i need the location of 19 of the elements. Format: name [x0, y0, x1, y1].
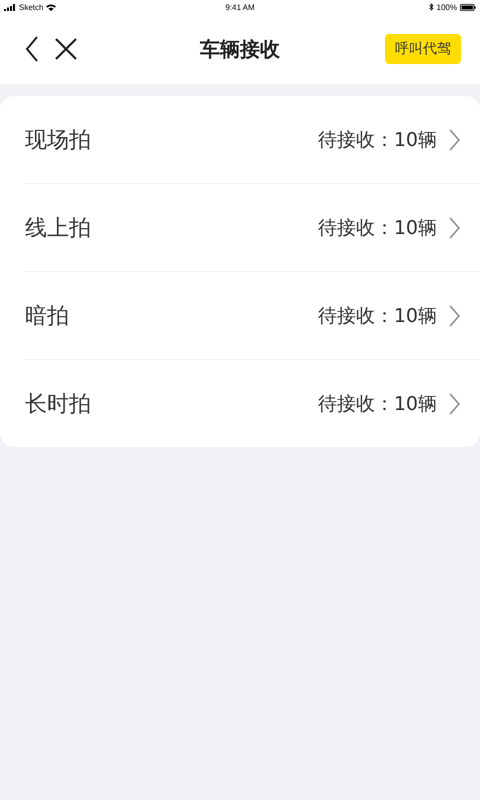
- signal-icon: [4, 4, 16, 10]
- battery-icon: [460, 4, 476, 10]
- call-driver-button[interactable]: 呼叫代驾: [385, 34, 461, 64]
- chevron-right-icon: [449, 216, 460, 238]
- chevron-right-icon: [449, 128, 460, 150]
- back-icon[interactable]: [25, 36, 39, 62]
- page-title: 车辆接收: [200, 36, 280, 62]
- battery-level: 100%: [436, 2, 457, 12]
- list-item[interactable]: 现场拍 待接收：10辆: [25, 96, 480, 184]
- list-item[interactable]: 暗拍 待接收：10辆: [25, 272, 480, 360]
- chevron-right-icon: [449, 392, 460, 414]
- list-item[interactable]: 长时拍 待接收：10辆: [25, 360, 480, 447]
- list-item[interactable]: 线上拍 待接收：10辆: [25, 184, 480, 272]
- chevron-right-icon: [449, 304, 460, 326]
- carrier-name: Sketch: [19, 2, 44, 12]
- wifi-icon: [46, 4, 56, 10]
- close-icon[interactable]: [55, 38, 77, 60]
- bluetooth-icon: [428, 3, 434, 11]
- status-time: 9:41 AM: [225, 2, 255, 12]
